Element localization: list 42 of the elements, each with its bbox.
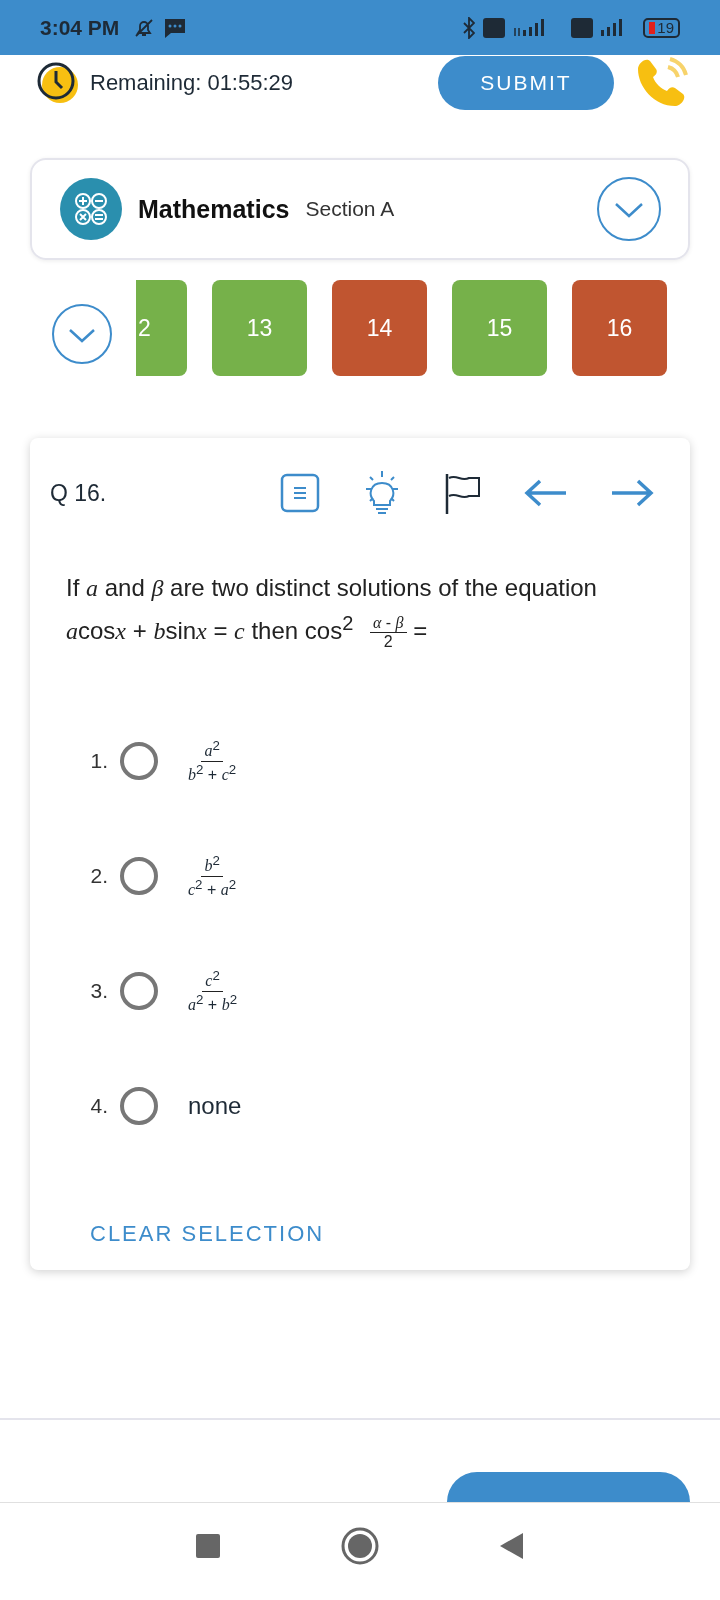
clock-icon: [36, 60, 80, 105]
bluetooth-icon: [463, 16, 476, 39]
chevron-down-icon[interactable]: [596, 176, 662, 242]
question-tile[interactable]: 14: [332, 280, 427, 376]
clear-selection-button[interactable]: CLEAR SELECTION: [90, 1221, 325, 1248]
question-tile[interactable]: 15: [452, 280, 547, 376]
radio-button[interactable]: [120, 857, 158, 896]
section-name: Section A: [305, 197, 395, 221]
option-text: none: [188, 1092, 242, 1121]
question-tile[interactable]: 16: [572, 280, 667, 376]
option-number: 2.: [89, 864, 108, 889]
question-tile[interactable]: 2: [136, 280, 187, 376]
option-number: 4.: [89, 1094, 108, 1119]
flag-icon[interactable]: [444, 472, 482, 514]
radio-button[interactable]: [120, 972, 158, 1011]
option-formula: a$^{2}$ b$^{2}$ + c$^{2}$: [188, 739, 237, 783]
question-text: If a and β are two distinct solutions of the equation acosx + bsinx = c then cos$^{2}$ α - β 2 =: [66, 573, 598, 651]
message-icon: [163, 16, 188, 39]
subject-card[interactable]: Mathematics Section A: [30, 158, 690, 260]
question-number: Q 16.: [50, 479, 107, 507]
notes-icon[interactable]: [280, 473, 320, 513]
option-number: 1.: [89, 749, 108, 774]
battery-indicator: 19: [643, 17, 680, 38]
arrow-right-icon[interactable]: [610, 478, 654, 508]
recents-icon[interactable]: [195, 1533, 221, 1559]
home-icon[interactable]: [341, 1527, 379, 1565]
save-button[interactable]: [447, 1472, 690, 1502]
option-formula: c$^{2}$ a$^{2}$ + b$^{2}$: [188, 969, 238, 1013]
calculator-icon: [60, 178, 122, 240]
radio-button[interactable]: [120, 742, 158, 781]
bell-muted-icon: [133, 16, 156, 39]
option-formula: b$^{2}$ c$^{2}$ + a$^{2}$: [188, 854, 237, 898]
submit-button[interactable]: SUBMIT: [438, 55, 614, 110]
status-time: 3:04 PM: [40, 15, 120, 40]
back-icon[interactable]: [499, 1532, 525, 1560]
question-tile[interactable]: 13: [212, 280, 307, 376]
subject-name: Mathematics: [138, 194, 290, 224]
radio-button[interactable]: [120, 1087, 158, 1126]
remaining-timer: Remaining: 01:55:29: [90, 69, 294, 96]
arrow-left-icon[interactable]: [524, 478, 568, 508]
option-number: 3.: [89, 979, 108, 1004]
chevron-down-icon[interactable]: [52, 304, 112, 364]
